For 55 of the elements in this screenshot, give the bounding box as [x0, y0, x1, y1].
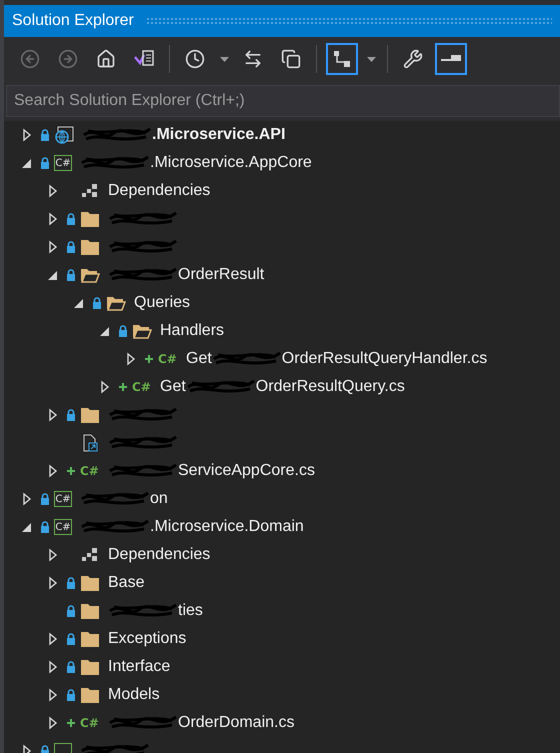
folder-icon	[80, 574, 100, 592]
clock-icon	[185, 49, 205, 69]
tree-item-label[interactable]: ties	[178, 602, 203, 620]
toolbar-button[interactable]	[326, 43, 358, 75]
tree-item-label[interactable]: OrderResultQuery.cs	[256, 378, 405, 396]
tree-item-label[interactable]: Queries	[134, 294, 190, 312]
open-folder-icon	[132, 322, 152, 340]
dependencies-icon	[80, 182, 100, 200]
tree-item-label[interactable]: Models	[108, 686, 160, 704]
home-icon	[96, 49, 116, 69]
folder-icon	[80, 658, 100, 676]
tree-item-label[interactable]: Handlers	[160, 322, 224, 340]
globe-project-icon	[54, 126, 74, 144]
tree-item-label[interactable]: OrderResult	[178, 266, 264, 284]
tree-item-label[interactable]: Dependencies	[108, 546, 210, 564]
collapse-all-icon	[281, 49, 301, 69]
wrench-icon	[403, 49, 423, 69]
tree-view-icon	[332, 49, 352, 69]
tree-item-label[interactable]: on	[150, 490, 168, 508]
folder-icon	[80, 210, 100, 228]
project-views-icon	[133, 49, 155, 69]
tree-item-label[interactable]: ServiceAppCore.cs	[178, 462, 315, 480]
tree-item-label[interactable]: Dependencies	[108, 182, 210, 200]
csharp-project-icon: C#	[54, 155, 72, 171]
tree-item-label[interactable]: Get	[186, 350, 212, 368]
csharp-project-icon: C#	[54, 519, 72, 535]
folder-icon	[80, 686, 100, 704]
folder-icon	[80, 406, 100, 424]
preview-icon	[440, 54, 462, 64]
open-folder-icon	[106, 294, 126, 312]
search-field[interactable]: Search Solution Explorer (Ctrl+;)	[6, 85, 560, 117]
tree-item-label[interactable]: Base	[108, 574, 144, 592]
tree-item-label[interactable]: Exceptions	[108, 630, 186, 648]
tree-item-label[interactable]: .Microservice.AppCore	[150, 154, 312, 172]
dependencies-icon	[80, 546, 100, 564]
tree-item-label[interactable]: .Microservice.Domain	[150, 518, 304, 536]
tree-item-label[interactable]: OrderResultQueryHandler.cs	[282, 350, 488, 368]
csharp-file-icon: C#	[158, 352, 178, 366]
window-title: Solution Explorer	[12, 12, 134, 30]
sync-arrows-icon	[243, 49, 263, 69]
folder-icon	[80, 630, 100, 648]
forward-icon	[58, 49, 78, 69]
tree-item-label[interactable]: Get	[160, 378, 186, 396]
open-folder-icon	[80, 266, 100, 284]
csharp-file-icon: C#	[80, 716, 100, 730]
folder-icon	[80, 238, 100, 256]
folder-icon	[80, 602, 100, 620]
csharp-project-icon: C#	[54, 491, 72, 507]
toolbar-button[interactable]	[435, 43, 467, 75]
tree-item-label[interactable]: Interface	[108, 658, 170, 676]
tree-item-label[interactable]: .Microservice.API	[152, 126, 286, 144]
back-icon	[20, 49, 40, 69]
tree-item-label[interactable]: OrderDomain.cs	[178, 714, 294, 732]
csharp-file-icon: C#	[132, 380, 152, 394]
csharp-file-icon: C#	[80, 464, 100, 478]
